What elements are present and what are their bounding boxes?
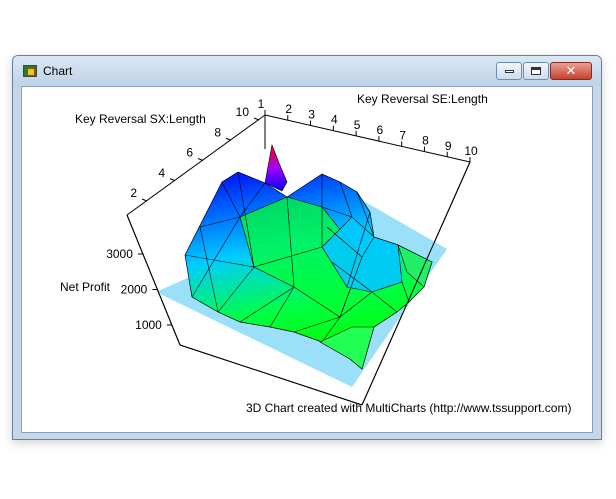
maximize-button[interactable] <box>523 62 549 80</box>
y-tick-mark <box>197 158 204 161</box>
z-tick-label: 2000 <box>121 283 148 297</box>
x-tick-label: 7 <box>399 128 406 142</box>
chart-app-icon[interactable] <box>23 65 37 77</box>
x-tick-label: 9 <box>445 139 452 153</box>
y-tick-mark <box>141 198 148 202</box>
x-axis-ticks: 1 2 3 4 5 6 7 8 9 10 <box>258 97 478 162</box>
y-tick-label: 4 <box>158 166 165 180</box>
maximize-icon <box>531 67 541 75</box>
y-axis-label: Key Reversal SX:Length <box>75 112 206 126</box>
y-tick-label: 2 <box>130 186 137 200</box>
chart-footer: 3D Chart created with MultiCharts (http:… <box>246 401 571 415</box>
chart-window: Chart ✕ 1 2 3 4 5 6 7 8 9 10 2 4 6 8 10 … <box>12 55 602 440</box>
surface-chart: 1 2 3 4 5 6 7 8 9 10 2 4 6 8 10 1000 2000 3000 Key Reve… <box>60 92 571 415</box>
x-tick-label: 1 <box>258 97 265 111</box>
x-tick-label: 8 <box>422 134 429 148</box>
close-icon: ✕ <box>565 63 577 79</box>
y-tick-mark <box>225 137 232 141</box>
x-axis-label: Key Reversal SE:Length <box>357 92 488 106</box>
z-tick-label: 1000 <box>135 318 162 332</box>
x-tick-label: 3 <box>308 107 315 121</box>
title-bar[interactable]: Chart ✕ <box>13 56 601 86</box>
profit-surface <box>184 143 433 370</box>
x-tick-label: 10 <box>464 144 478 158</box>
close-button[interactable]: ✕ <box>550 62 592 80</box>
x-tick-label: 4 <box>331 113 338 127</box>
x-tick-label: 2 <box>285 102 292 116</box>
x-tick-label: 6 <box>377 123 384 137</box>
y-tick-label: 8 <box>214 125 221 139</box>
minimize-button[interactable] <box>496 62 522 80</box>
y-tick-mark <box>169 178 176 182</box>
minimize-icon <box>504 69 514 73</box>
z-tick-label: 3000 <box>106 247 133 261</box>
window-title: Chart <box>43 64 73 78</box>
z-axis-label: Net Profit <box>60 280 111 294</box>
y-tick-label: 6 <box>186 146 193 160</box>
chart-area: 1 2 3 4 5 6 7 8 9 10 2 4 6 8 10 1000 2000 3000 Key Reve… <box>21 86 593 433</box>
y-tick-label: 10 <box>236 105 250 119</box>
y-tick-mark <box>253 117 260 121</box>
x-tick-label: 5 <box>354 118 361 132</box>
